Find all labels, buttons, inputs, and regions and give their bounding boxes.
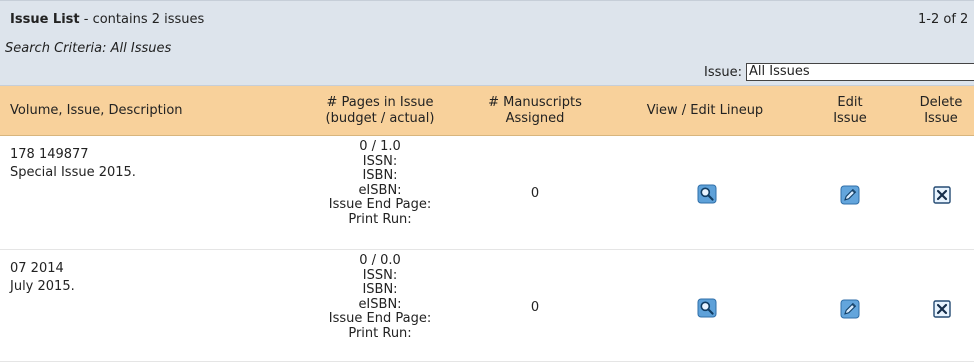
table-row: 178 149877 Special Issue 2015. 0 / 1.0 I…: [0, 136, 974, 250]
isbn-label: ISBN:: [362, 282, 398, 297]
view-edit-lineup-button[interactable]: [697, 298, 717, 318]
column-header-delete-line2: Issue: [924, 111, 958, 126]
pencil-icon[interactable]: [840, 185, 860, 205]
issn-label: ISSN:: [362, 153, 398, 169]
column-header-manuscripts-line2: Assigned: [505, 111, 565, 126]
close-icon[interactable]: [932, 299, 952, 319]
column-header-description: Volume, Issue, Description: [10, 103, 183, 118]
edit-issue-button[interactable]: [840, 299, 860, 319]
page-title: Issue List: [10, 12, 80, 27]
table-row: 07 2014 July 2015. 0 / 0.0 ISSN: ISBN: e…: [0, 250, 974, 362]
issue-filter-label: Issue:: [704, 64, 742, 80]
delete-issue-button[interactable]: [932, 299, 952, 319]
issue-list-title: Issue List - contains 2 issues: [10, 12, 204, 27]
column-header-pages-line1: # Pages in Issue: [326, 95, 434, 110]
issue-select-value: All Issues: [749, 64, 810, 79]
column-header-edit-line1: Edit: [837, 95, 863, 110]
delete-issue-button[interactable]: [932, 185, 952, 205]
volume-issue: 07 2014: [10, 261, 64, 276]
column-header-pages-line2: (budget / actual): [325, 111, 435, 126]
eisbn-label: eISBN:: [358, 296, 402, 312]
issue-list-header: Issue List - contains 2 issues 1-2 of 2 …: [0, 0, 974, 86]
issue-description: July 2015.: [10, 279, 75, 294]
issue-end-page-label: Issue End Page:: [328, 197, 432, 212]
issue-description-cell: 178 149877 Special Issue 2015.: [10, 146, 290, 182]
print-run-label: Print Run:: [348, 211, 412, 227]
column-header-delete: Delete Issue: [908, 86, 974, 136]
pagination-range: 1-2 of 2: [918, 12, 969, 27]
close-icon[interactable]: [932, 185, 952, 205]
magnifier-icon[interactable]: [697, 298, 717, 318]
column-header-pages: # Pages in Issue (budget / actual): [300, 86, 460, 136]
view-edit-lineup-button[interactable]: [697, 184, 717, 204]
column-header-manuscripts: # Manuscripts Assigned: [470, 86, 600, 136]
isbn-label: ISBN:: [362, 168, 398, 183]
column-header-edit: Edit Issue: [820, 86, 880, 136]
pencil-icon[interactable]: [840, 299, 860, 319]
column-header-delete-line1: Delete: [919, 95, 963, 110]
manuscripts-cell: 0: [530, 186, 540, 201]
magnifier-icon[interactable]: [697, 184, 717, 204]
column-header-row: Volume, Issue, Description # Pages in Is…: [0, 86, 974, 136]
issue-description-cell: 07 2014 July 2015.: [10, 260, 290, 296]
search-criteria: Search Criteria: All Issues: [5, 41, 172, 56]
manuscripts-cell: 0: [530, 300, 540, 315]
edit-issue-button[interactable]: [840, 185, 860, 205]
issue-filter: Issue: All Issues: [704, 63, 974, 81]
issn-label: ISSN:: [362, 267, 398, 283]
eisbn-label: eISBN:: [358, 182, 402, 198]
issue-description: Special Issue 2015.: [10, 165, 136, 180]
column-header-lineup: View / Edit Lineup: [646, 103, 764, 118]
column-header-edit-line2: Issue: [833, 111, 867, 126]
issue-select[interactable]: All Issues: [746, 63, 974, 81]
volume-issue: 178 149877: [10, 147, 89, 162]
issue-count-text: - contains 2 issues: [79, 12, 205, 27]
pages-cell: 0 / 1.0 ISSN: ISBN: eISBN: Issue End Pag…: [300, 139, 460, 227]
print-run-label: Print Run:: [348, 325, 412, 341]
pages-value: 0 / 0.0: [359, 253, 401, 268]
pages-value: 0 / 1.0: [359, 139, 401, 154]
pages-cell: 0 / 0.0 ISSN: ISBN: eISBN: Issue End Pag…: [300, 253, 460, 341]
column-header-manuscripts-line1: # Manuscripts: [488, 95, 582, 110]
issue-end-page-label: Issue End Page:: [328, 311, 432, 326]
